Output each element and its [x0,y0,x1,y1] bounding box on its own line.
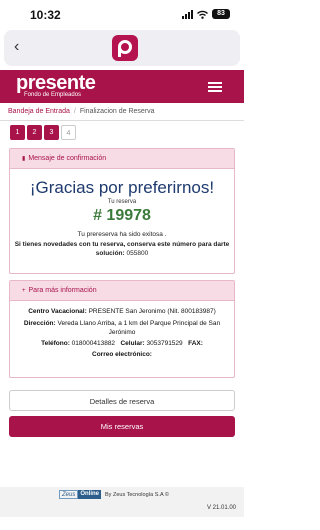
status-time: 10:32 [30,8,61,22]
email-line: Correo electrónico: [92,351,152,358]
status-bar: 10:32 83 [0,0,244,30]
info-body: Centro Vacacional: PRESENTE San Jeronimo… [10,307,234,360]
hamburger-menu-icon[interactable] [208,82,222,92]
back-arrow-icon[interactable]: ‹ [14,38,19,56]
confirmation-header-text: Mensaje de confirmación [28,155,107,162]
footer: Zeus Online By Zeus Tecnología S.A © V 21… [0,487,244,517]
my-reservations-button[interactable]: Mis reservas [9,416,235,437]
info-header-text: Para más información [28,287,97,294]
footer-credit: By Zeus Tecnología S.A © [105,491,169,498]
reservation-label: Tu reserva [107,199,137,205]
signal-icon [182,9,193,19]
pin-icon: ▮ [22,156,26,162]
info-card: + Para más información Centro Vacacional:… [9,280,235,378]
brand-tagline: Fondo de Empleados [24,92,82,98]
step-2[interactable]: 2 [27,125,42,140]
app-header: presente Fondo de Empleados [0,70,244,103]
app-logo-icon [112,35,138,61]
address-line: Dirección: Vereda Llano Arriba, a 1 km d… [23,319,221,337]
breadcrumb-current: Finalizacion de Reserva [79,108,155,115]
center-line: Centro Vacacional: PRESENTE San Jeronimo… [28,308,216,315]
breadcrumb-home-link[interactable]: Bandeja de Entrada [8,108,70,115]
breadcrumb: Bandeja de Entrada / Finalizacion de Reser… [8,108,155,115]
help-text: Si tienes novedades con tu reserva, cons… [10,240,234,258]
status-icons: 83 [182,9,230,19]
help-text-bold: Si tienes novedades con tu reserva, cons… [14,241,230,257]
breadcrumb-separator: / [73,108,76,115]
success-text: Tu prereserva ha sido exitosa . [77,231,167,238]
reservation-number: # 19978 [93,207,151,224]
reservation-details-button[interactable]: Detalles de reserva [9,390,235,411]
confirmation-header: ▮ Mensaje de confirmación [10,149,234,169]
wifi-icon [197,10,208,19]
zeus-online-logo: Zeus Online By Zeus Tecnología S.A © [59,490,169,499]
plus-icon: + [22,288,26,294]
step-1[interactable]: 1 [10,125,25,140]
step-3[interactable]: 3 [44,125,59,140]
step-4: 4 [61,125,76,140]
info-header: + Para más información [10,281,234,301]
step-indicator: 1 2 3 4 [10,125,78,140]
contact-line: Teléfono: 018000413882 Celular: 30537915… [41,339,203,347]
breadcrumb-divider [0,120,244,121]
browser-bar: ‹ [4,30,240,66]
thanks-title: ¡Gracias por preferirnos! [29,178,215,197]
battery-icon: 83 [212,9,230,19]
brand-logo[interactable]: presente [16,73,96,93]
app-version: V 21.01.00 [206,505,236,511]
help-code: 055800 [126,250,149,257]
confirmation-card: ▮ Mensaje de confirmación ¡Gracias por pr… [9,148,235,274]
